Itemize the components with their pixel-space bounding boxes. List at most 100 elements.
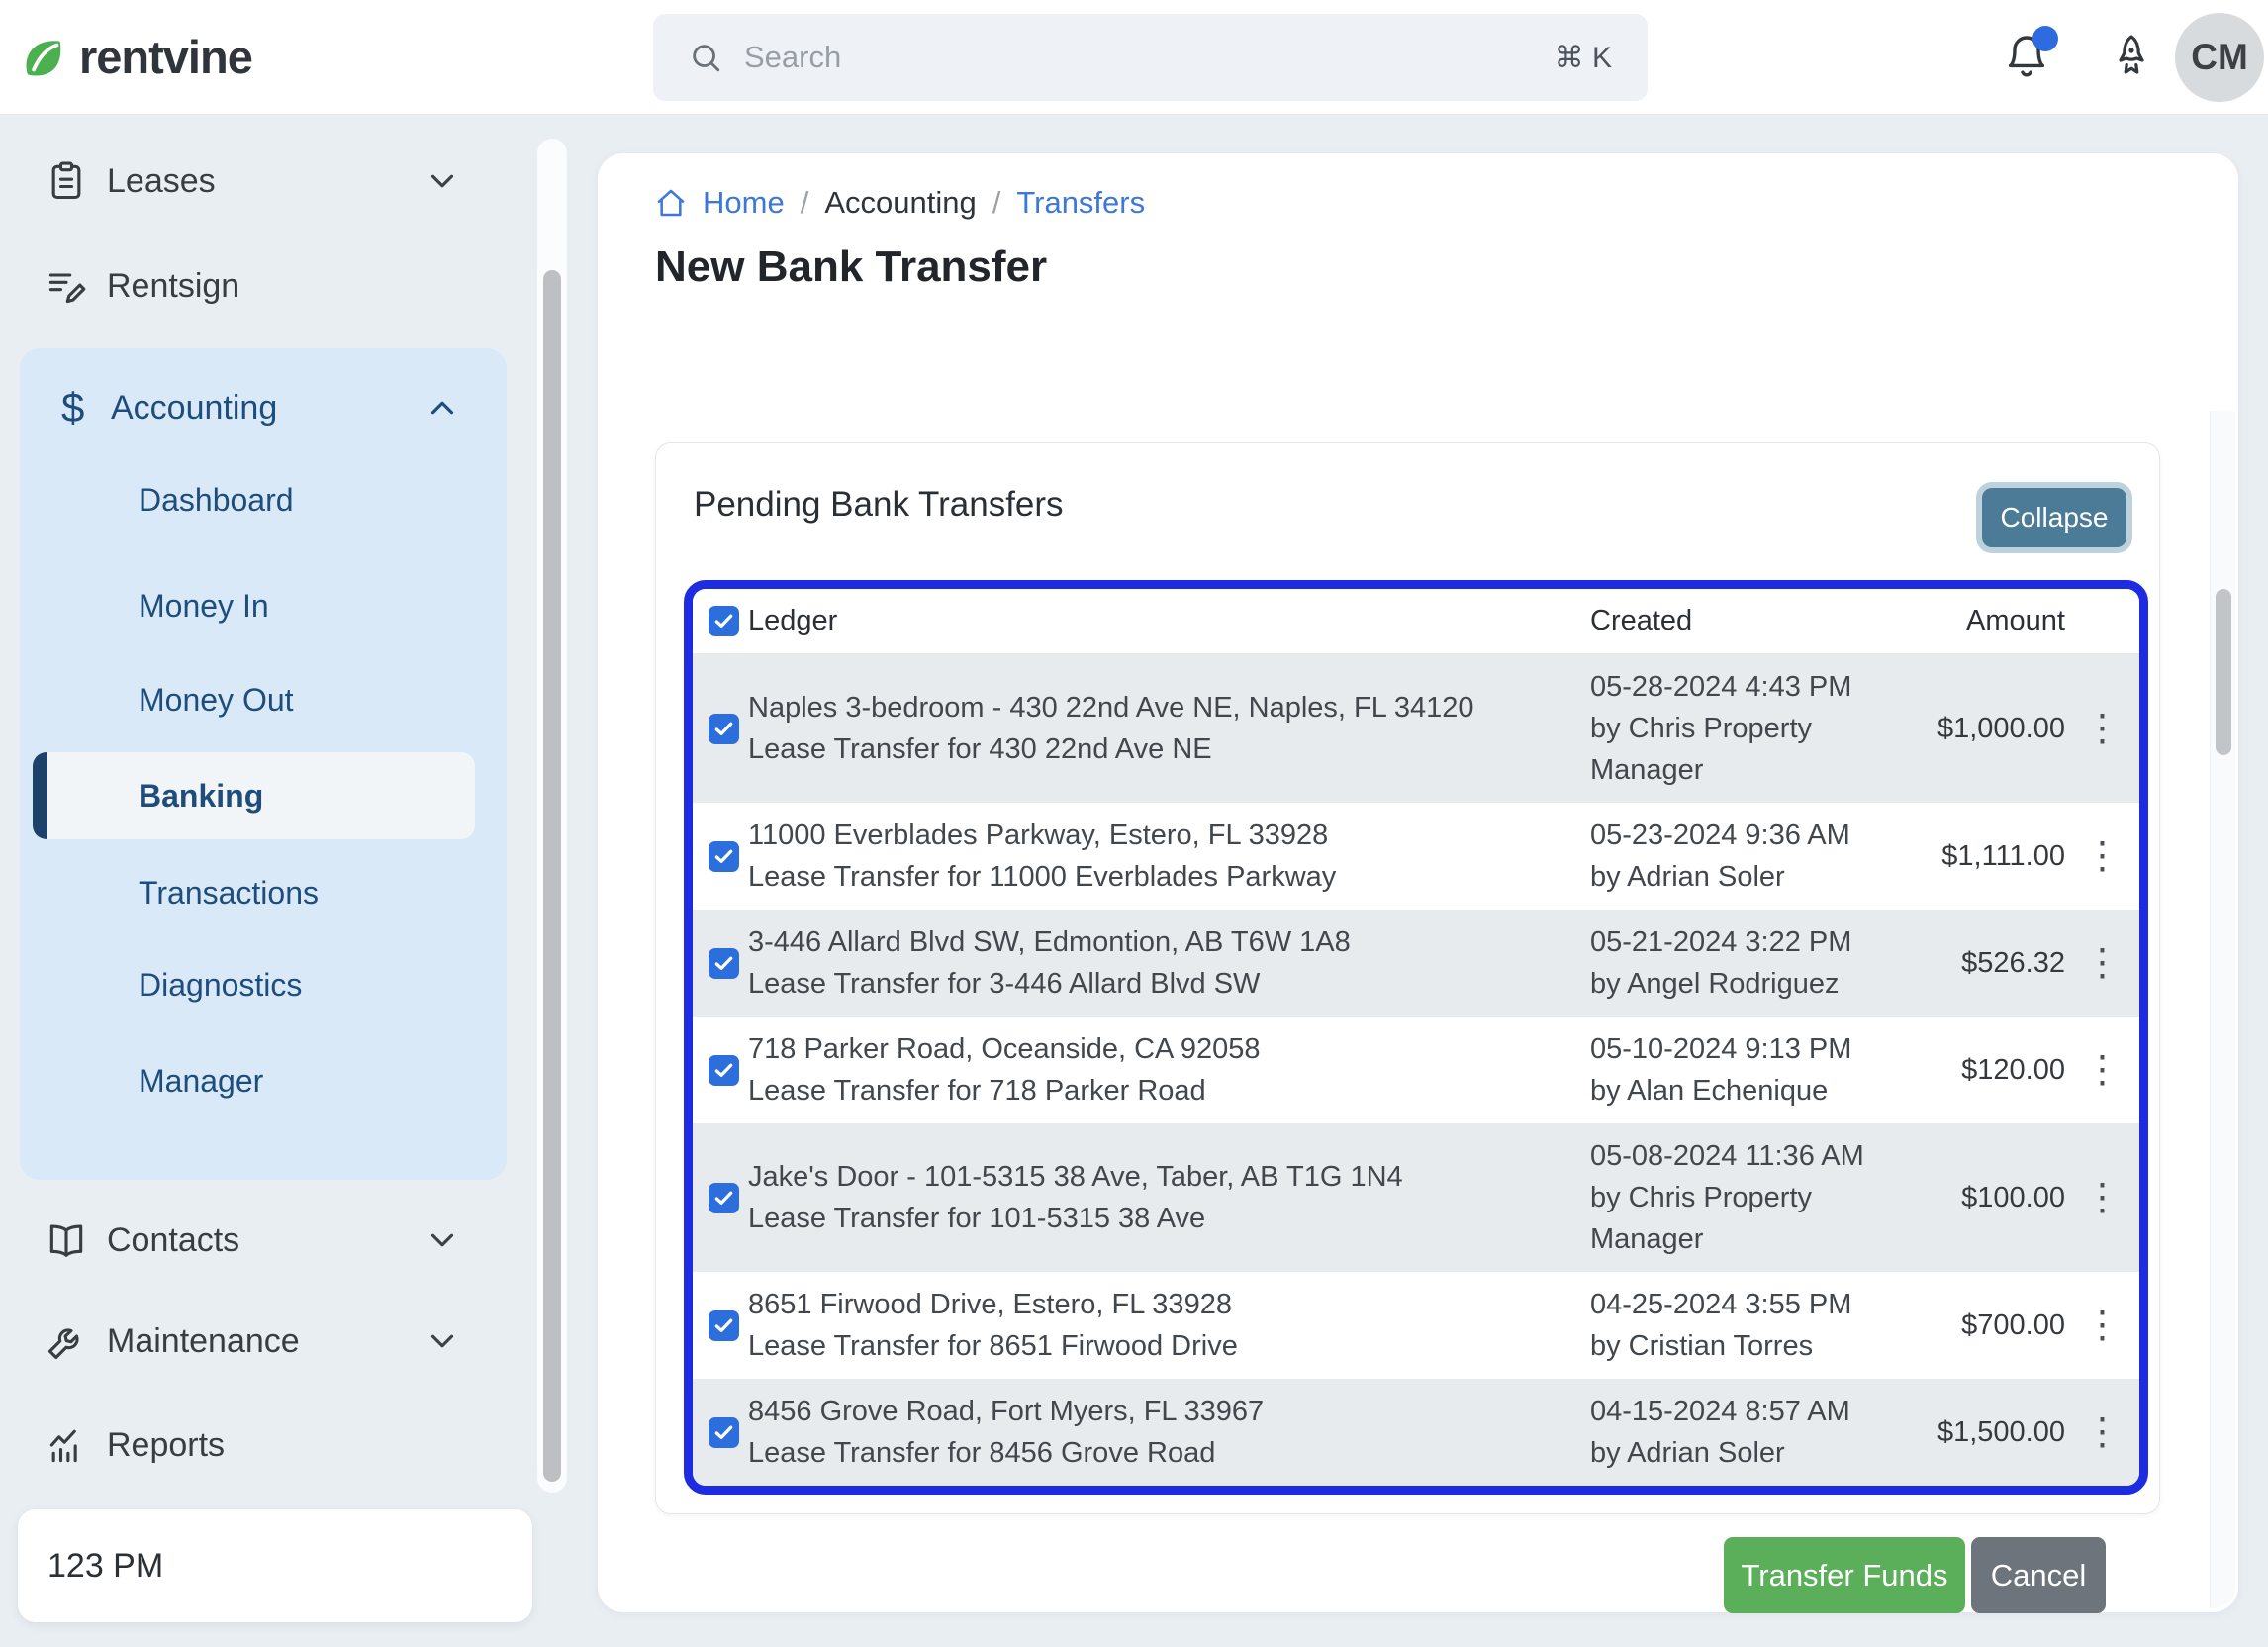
chevron-down-icon [424, 1221, 461, 1259]
table-row: Naples 3-bedroom - 430 22nd Ave NE, Napl… [693, 654, 2139, 803]
rentvine-app: rentvine ⌘ K CM [0, 0, 2268, 1647]
created-date: 05-10-2024 9:13 PM [1590, 1028, 1877, 1070]
created-date: 05-28-2024 4:43 PM [1590, 666, 1877, 708]
search-icon [689, 41, 722, 74]
sidebar-item-label: Rentsign [107, 267, 239, 306]
amount-value: $1,500.00 [1917, 1416, 2065, 1449]
amount-value: $526.32 [1917, 947, 2065, 980]
cancel-button[interactable]: Cancel [1971, 1537, 2106, 1613]
breadcrumb-accounting: Accounting [824, 185, 976, 221]
sidebar-item-money-out[interactable]: Money Out [139, 670, 294, 729]
row-checkbox[interactable] [709, 714, 739, 744]
kebab-menu-icon[interactable]: ⋮ [2084, 710, 2122, 747]
sidebar-item-rentsign[interactable]: Rentsign [0, 253, 507, 319]
column-header-created: Created [1590, 605, 1917, 637]
created-by: by Adrian Soler [1590, 856, 1877, 898]
kebab-menu-icon[interactable]: ⋮ [2084, 1051, 2122, 1089]
created-by: by Chris Property Manager [1590, 1177, 1877, 1260]
breadcrumb-separator: / [801, 185, 809, 221]
transfers-table-highlight: Ledger Created Amount Naples 3-bedroom -… [684, 580, 2148, 1495]
sidebar-scrollbar-thumb[interactable] [543, 270, 561, 1482]
topbar: rentvine ⌘ K CM [0, 0, 2268, 115]
chevron-down-icon [424, 1322, 461, 1360]
main-content: Home / Accounting / Transfers New Bank T… [598, 153, 2238, 1612]
clock-text: 123 PM [47, 1547, 163, 1586]
amount-value: $100.00 [1917, 1182, 2065, 1214]
ledger-description: Lease Transfer for 8456 Grove Road [748, 1432, 1570, 1474]
breadcrumb-transfers-link[interactable]: Transfers [1016, 185, 1145, 221]
sidebar-item-manager[interactable]: Manager [139, 1051, 263, 1111]
kebab-menu-icon[interactable]: ⋮ [2084, 1179, 2122, 1216]
kebab-menu-icon[interactable]: ⋮ [2084, 944, 2122, 982]
notifications-button[interactable] [2003, 32, 2054, 83]
sidebar: Leases Rentsign $ Accounting D [0, 115, 534, 1647]
column-header-ledger: Ledger [748, 605, 1590, 637]
ledger-description: Lease Transfer for 718 Parker Road [748, 1070, 1570, 1112]
home-icon [655, 187, 687, 219]
ledger-property: 3-446 Allard Blvd SW, Edmontion, AB T6W … [748, 921, 1570, 963]
main-scrollbar-thumb[interactable] [2216, 589, 2231, 755]
sidebar-item-banking[interactable]: Banking [33, 752, 475, 839]
created-by: by Cristian Torres [1590, 1325, 1877, 1367]
dollar-icon: $ [61, 384, 84, 432]
created-by: by Alan Echenique [1590, 1070, 1877, 1112]
kebab-menu-icon[interactable]: ⋮ [2084, 837, 2122, 875]
signature-icon [45, 264, 88, 308]
ledger-description: Lease Transfer for 101-5315 38 Ave [748, 1198, 1570, 1239]
collapse-button[interactable]: Collapse [1982, 488, 2126, 547]
row-checkbox[interactable] [709, 1183, 739, 1213]
pending-transfers-panel: Pending Bank Transfers Collapse Ledger C… [655, 442, 2160, 1514]
row-checkbox[interactable] [709, 1310, 739, 1341]
logo-text: rentvine [79, 30, 252, 84]
avatar-initials: CM [2191, 37, 2248, 78]
sidebar-item-transactions[interactable]: Transactions [139, 863, 319, 922]
created-by: by Chris Property Manager [1590, 708, 1877, 791]
ledger-property: 11000 Everblades Parkway, Estero, FL 339… [748, 815, 1570, 856]
kebab-menu-icon[interactable]: ⋮ [2084, 1413, 2122, 1451]
ledger-property: 8651 Firwood Drive, Estero, FL 33928 [748, 1284, 1570, 1325]
chevron-down-icon [424, 162, 461, 200]
ledger-description: Lease Transfer for 430 22nd Ave NE [748, 728, 1570, 770]
rentvine-logo[interactable]: rentvine [20, 30, 252, 84]
sidebar-item-reports[interactable]: Reports [0, 1412, 507, 1478]
table-row: 3-446 Allard Blvd SW, Edmontion, AB T6W … [693, 910, 2139, 1017]
page-title: New Bank Transfer [655, 242, 1047, 292]
ledger-property: Naples 3-bedroom - 430 22nd Ave NE, Napl… [748, 687, 1570, 728]
clipboard-icon [45, 159, 88, 203]
created-by: by Angel Rodriguez [1590, 963, 1877, 1005]
main-scrollbar[interactable] [2210, 411, 2235, 1608]
notification-dot [2032, 26, 2058, 51]
sidebar-item-label: Accounting [111, 389, 277, 428]
whats-new-button[interactable] [2108, 32, 2159, 83]
row-checkbox[interactable] [709, 1417, 739, 1448]
kebab-menu-icon[interactable]: ⋮ [2084, 1307, 2122, 1344]
sidebar-item-contacts[interactable]: Contacts [0, 1208, 507, 1273]
row-checkbox[interactable] [709, 1055, 739, 1086]
sidebar-scrollbar[interactable] [537, 139, 567, 1493]
row-checkbox[interactable] [709, 948, 739, 979]
search-bar[interactable]: ⌘ K [653, 14, 1648, 101]
select-all-checkbox[interactable] [709, 606, 739, 636]
sidebar-item-accounting[interactable]: $ Accounting [20, 376, 507, 439]
breadcrumb-home-link[interactable]: Home [703, 185, 785, 221]
transfer-funds-button[interactable]: Transfer Funds [1724, 1537, 1965, 1613]
panel-title: Pending Bank Transfers [694, 485, 1064, 525]
search-shortcut: ⌘ K [1555, 41, 1612, 75]
chart-icon [45, 1423, 88, 1467]
sidebar-item-dashboard[interactable]: Dashboard [139, 470, 294, 530]
amount-value: $120.00 [1917, 1054, 2065, 1087]
search-input[interactable] [744, 40, 1555, 75]
row-checkbox[interactable] [709, 841, 739, 872]
avatar[interactable]: CM [2175, 13, 2264, 102]
sidebar-item-maintenance[interactable]: Maintenance [0, 1308, 507, 1374]
sidebar-item-diagnostics[interactable]: Diagnostics [139, 955, 302, 1015]
ledger-property: 718 Parker Road, Oceanside, CA 92058 [748, 1028, 1570, 1070]
sidebar-item-label: Contacts [107, 1221, 239, 1260]
created-date: 05-23-2024 9:36 AM [1590, 815, 1877, 856]
ledger-description: Lease Transfer for 3-446 Allard Blvd SW [748, 963, 1570, 1005]
table-row: 8456 Grove Road, Fort Myers, FL 33967 Le… [693, 1379, 2139, 1486]
sidebar-group-accounting: $ Accounting Dashboard Money In Money Ou… [20, 348, 507, 1180]
sidebar-item-money-in[interactable]: Money In [139, 576, 269, 635]
table-header-row: Ledger Created Amount [693, 589, 2139, 654]
sidebar-item-leases[interactable]: Leases [0, 148, 507, 214]
